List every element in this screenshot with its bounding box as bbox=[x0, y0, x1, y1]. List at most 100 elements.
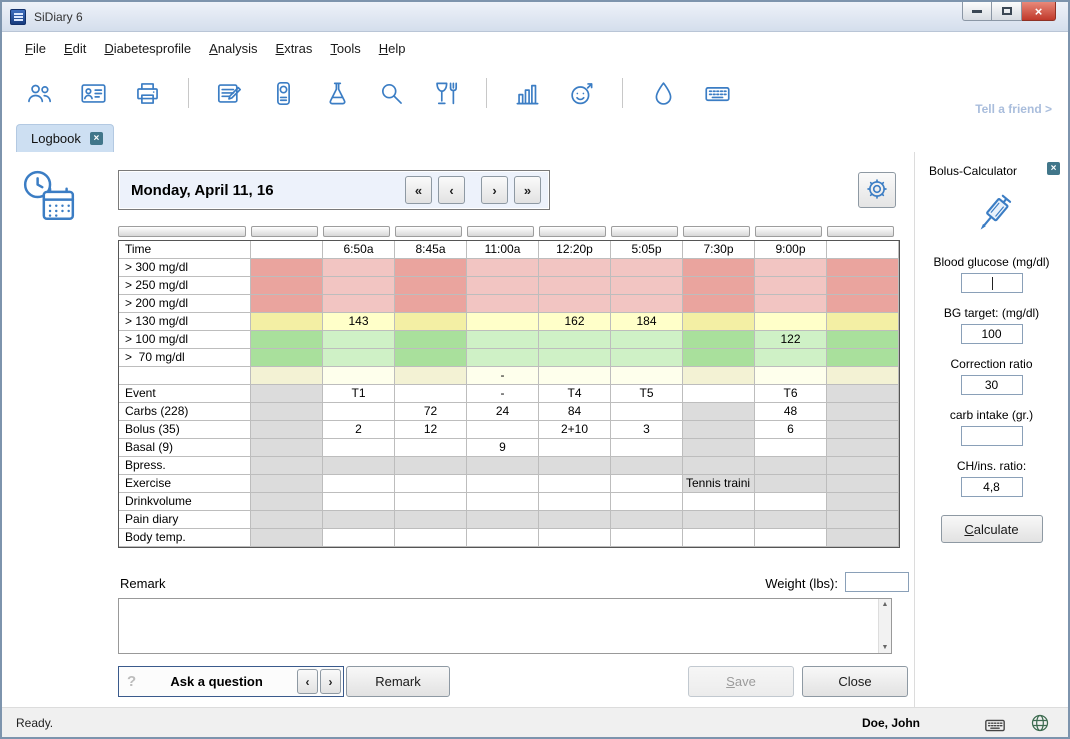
grid-cell[interactable]: 2+10 bbox=[539, 421, 611, 439]
keyboard-status-icon[interactable] bbox=[984, 714, 1006, 739]
grid-cell[interactable]: - bbox=[467, 367, 539, 385]
grid-cell[interactable]: 9 bbox=[467, 439, 539, 457]
menu-help[interactable]: Help bbox=[370, 36, 415, 61]
calculate-button[interactable]: Calculate bbox=[941, 515, 1043, 543]
grid-cell[interactable] bbox=[467, 259, 539, 277]
grid-cell[interactable] bbox=[683, 439, 755, 457]
grid-cell[interactable] bbox=[395, 367, 467, 385]
grid-cell[interactable] bbox=[539, 331, 611, 349]
search-icon[interactable] bbox=[378, 80, 405, 107]
grid-cell[interactable] bbox=[395, 349, 467, 367]
panel-close-icon[interactable]: × bbox=[1047, 162, 1060, 175]
grid-cell[interactable] bbox=[395, 457, 467, 475]
grid-cell[interactable] bbox=[827, 511, 899, 529]
grid-cell[interactable]: 5:05p bbox=[611, 241, 683, 259]
grid-cell[interactable] bbox=[323, 529, 395, 547]
grid-cell[interactable]: 48 bbox=[755, 403, 827, 421]
grid-cell[interactable] bbox=[683, 277, 755, 295]
grid-cell[interactable] bbox=[683, 385, 755, 403]
grid-cell[interactable] bbox=[683, 349, 755, 367]
scroll-up-icon[interactable]: ▲ bbox=[882, 601, 889, 608]
grid-cell[interactable] bbox=[611, 259, 683, 277]
grid-cell[interactable]: 2 bbox=[323, 421, 395, 439]
grid-cell[interactable] bbox=[755, 259, 827, 277]
menu-analysis[interactable]: Analysis bbox=[200, 36, 266, 61]
grid-cell[interactable]: T5 bbox=[611, 385, 683, 403]
minimize-button[interactable] bbox=[962, 2, 992, 21]
grid-cell[interactable]: 7:30p bbox=[683, 241, 755, 259]
grid-cell[interactable] bbox=[323, 457, 395, 475]
grid-cell[interactable] bbox=[827, 367, 899, 385]
grid-cell[interactable] bbox=[827, 403, 899, 421]
grid-cell[interactable] bbox=[755, 367, 827, 385]
grid-cell[interactable] bbox=[251, 259, 323, 277]
grid-cell[interactable] bbox=[755, 277, 827, 295]
grid-cell[interactable] bbox=[539, 259, 611, 277]
grid-cell[interactable] bbox=[539, 295, 611, 313]
scroll-down-icon[interactable]: ▼ bbox=[882, 644, 889, 651]
column-header-button[interactable] bbox=[251, 226, 318, 237]
grid-cell[interactable] bbox=[395, 439, 467, 457]
grid-cell[interactable] bbox=[323, 439, 395, 457]
grid-cell[interactable] bbox=[827, 241, 899, 259]
close-logbook-button[interactable]: Close bbox=[802, 666, 908, 697]
grid-cell[interactable]: 9:00p bbox=[755, 241, 827, 259]
grid-cell[interactable] bbox=[683, 403, 755, 421]
grid-cell[interactable] bbox=[755, 493, 827, 511]
grid-cell[interactable]: 12:20p bbox=[539, 241, 611, 259]
grid-cell[interactable] bbox=[827, 259, 899, 277]
grid-cell[interactable]: 11:00a bbox=[467, 241, 539, 259]
grid-cell[interactable] bbox=[251, 439, 323, 457]
grid-cell[interactable]: 122 bbox=[755, 331, 827, 349]
grid-cell[interactable] bbox=[683, 367, 755, 385]
food-icon[interactable] bbox=[432, 80, 459, 107]
last-day-button[interactable]: » bbox=[514, 176, 541, 204]
menu-extras[interactable]: Extras bbox=[267, 36, 322, 61]
menu-edit[interactable]: Edit bbox=[55, 36, 95, 61]
grid-cell[interactable] bbox=[611, 403, 683, 421]
grid-cell[interactable] bbox=[683, 529, 755, 547]
grid-cell[interactable] bbox=[251, 511, 323, 529]
grid-cell[interactable] bbox=[827, 439, 899, 457]
grid-cell[interactable] bbox=[755, 313, 827, 331]
grid-cell[interactable] bbox=[467, 457, 539, 475]
grid-cell[interactable] bbox=[755, 457, 827, 475]
grid-cell[interactable] bbox=[467, 475, 539, 493]
grid-cell[interactable] bbox=[251, 457, 323, 475]
grid-cell[interactable] bbox=[539, 439, 611, 457]
grid-cell[interactable] bbox=[251, 529, 323, 547]
grid-cell[interactable] bbox=[251, 385, 323, 403]
grid-cell[interactable] bbox=[395, 511, 467, 529]
grid-cell[interactable] bbox=[611, 331, 683, 349]
next-day-button[interactable]: › bbox=[481, 176, 508, 204]
grid-cell[interactable] bbox=[539, 277, 611, 295]
grid-cell[interactable] bbox=[395, 385, 467, 403]
grid-cell[interactable] bbox=[683, 421, 755, 439]
grid-cell[interactable] bbox=[467, 529, 539, 547]
weight-input[interactable] bbox=[845, 572, 909, 592]
keyboard-icon[interactable] bbox=[704, 80, 731, 107]
grid-cell[interactable] bbox=[683, 295, 755, 313]
first-day-button[interactable]: « bbox=[405, 176, 432, 204]
grid-cell[interactable] bbox=[827, 421, 899, 439]
grid-cell[interactable] bbox=[827, 475, 899, 493]
grid-cell[interactable] bbox=[323, 259, 395, 277]
grid-cell[interactable] bbox=[755, 349, 827, 367]
grid-cell[interactable]: - bbox=[467, 385, 539, 403]
grid-cell[interactable] bbox=[611, 439, 683, 457]
correction-ratio-input[interactable]: 30 bbox=[961, 375, 1023, 395]
device-icon[interactable] bbox=[270, 80, 297, 107]
column-header-button[interactable] bbox=[611, 226, 678, 237]
grid-cell[interactable]: 12 bbox=[395, 421, 467, 439]
grid-cell[interactable]: 3 bbox=[611, 421, 683, 439]
grid-cell[interactable] bbox=[539, 457, 611, 475]
menu-file[interactable]: File bbox=[16, 36, 55, 61]
remark-button[interactable]: Remark bbox=[346, 666, 450, 697]
grid-cell[interactable] bbox=[251, 241, 323, 259]
printer-icon[interactable] bbox=[134, 80, 161, 107]
column-header-button[interactable] bbox=[539, 226, 606, 237]
grid-cell[interactable] bbox=[467, 511, 539, 529]
column-header-button[interactable] bbox=[755, 226, 822, 237]
grid-cell[interactable]: 6 bbox=[755, 421, 827, 439]
column-header-button[interactable] bbox=[467, 226, 534, 237]
